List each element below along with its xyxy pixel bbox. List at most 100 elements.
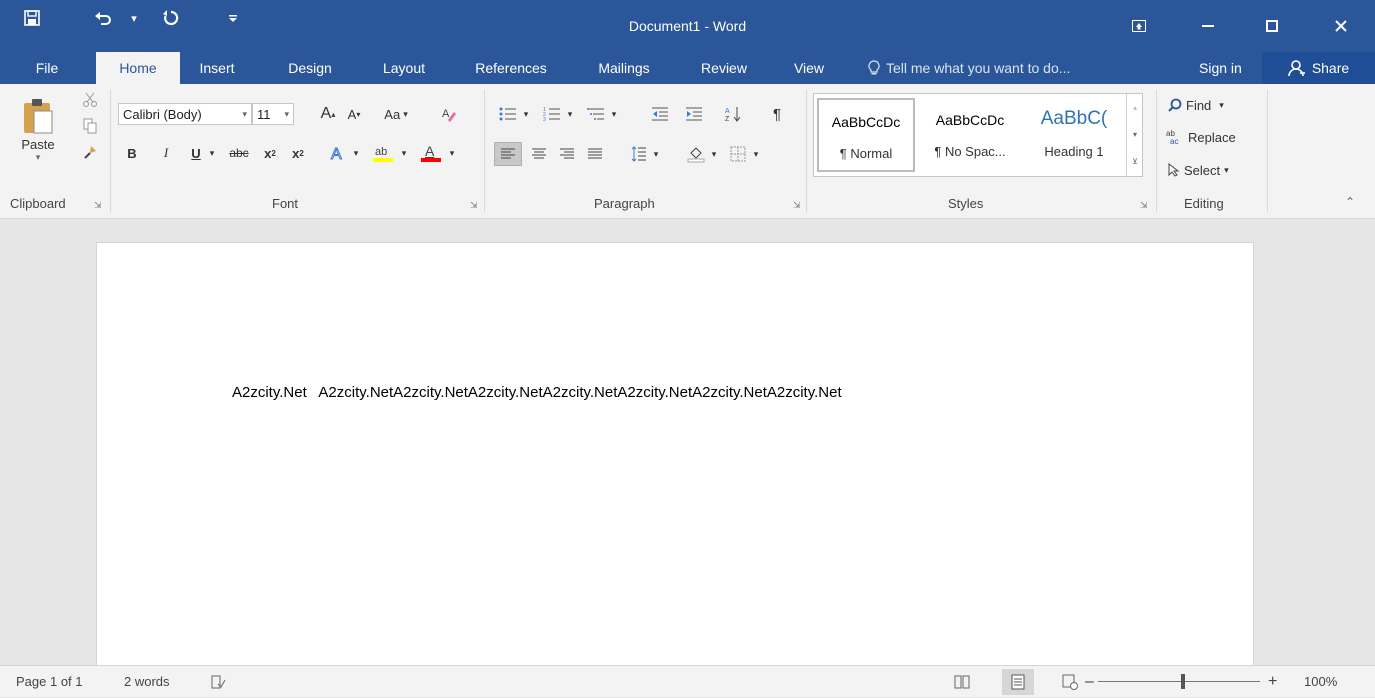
- style-preview: AaBbCcDc: [831, 114, 901, 130]
- subscript-icon[interactable]: x2: [260, 142, 280, 164]
- font-name-combo[interactable]: Calibri (Body) ▾: [118, 103, 252, 125]
- underline-icon[interactable]: U: [188, 142, 204, 164]
- chevron-down-icon[interactable]: ▾: [446, 142, 458, 164]
- grow-font-icon[interactable]: A ▴: [318, 103, 338, 125]
- chevron-down-icon[interactable]: ▾: [284, 109, 289, 120]
- find-label: Find: [1186, 97, 1212, 113]
- chevron-down-icon[interactable]: ▾: [750, 142, 762, 166]
- shading-icon[interactable]: [684, 142, 708, 166]
- increase-indent-icon[interactable]: [682, 103, 706, 125]
- chevron-down-icon[interactable]: ▾: [608, 103, 620, 125]
- scroll-up-icon[interactable]: ▴: [1127, 94, 1143, 121]
- borders-icon[interactable]: [726, 142, 750, 166]
- ribbon-display-options-icon[interactable]: [1116, 0, 1162, 52]
- share-button[interactable]: Share: [1262, 52, 1375, 84]
- document-page[interactable]: A2zcity.Net A2zcity.NetA2zcity.NetA2zcit…: [96, 242, 1254, 672]
- multilevel-list-icon[interactable]: [584, 103, 608, 125]
- bold-icon[interactable]: B: [124, 142, 140, 164]
- font-color-icon[interactable]: A: [418, 142, 444, 164]
- font-size-value: 11: [257, 106, 271, 122]
- tab-design[interactable]: Design: [279, 52, 341, 84]
- clear-formatting-icon[interactable]: A: [438, 103, 458, 125]
- decrease-indent-icon[interactable]: [648, 103, 672, 125]
- close-button[interactable]: [1318, 0, 1364, 52]
- chevron-down-icon[interactable]: ▾: [708, 142, 720, 166]
- bullets-icon[interactable]: [496, 103, 520, 125]
- find-button[interactable]: Find ▾: [1168, 94, 1224, 116]
- font-size-combo[interactable]: 11 ▾: [252, 103, 294, 125]
- format-painter-icon[interactable]: [80, 142, 100, 162]
- justify-icon[interactable]: [584, 142, 606, 166]
- align-center-icon[interactable]: [528, 142, 550, 166]
- tab-mailings[interactable]: Mailings: [588, 52, 660, 84]
- font-dialog-launcher-icon[interactable]: ⇲: [470, 200, 480, 210]
- paste-button[interactable]: Paste ▾: [12, 90, 64, 170]
- tab-view[interactable]: View: [786, 52, 832, 84]
- tab-file[interactable]: File: [22, 52, 72, 84]
- tab-home[interactable]: Home: [96, 52, 180, 84]
- tab-layout[interactable]: Layout: [372, 52, 436, 84]
- read-mode-icon[interactable]: [952, 672, 972, 692]
- chevron-down-icon[interactable]: ▾: [650, 142, 662, 166]
- cut-icon[interactable]: [80, 90, 100, 110]
- sort-icon[interactable]: AZ: [722, 103, 744, 125]
- align-left-button[interactable]: [494, 142, 522, 166]
- align-right-icon[interactable]: [556, 142, 578, 166]
- text-effects-icon[interactable]: A: [326, 142, 350, 164]
- chevron-down-icon[interactable]: ▾: [242, 109, 247, 120]
- font-group-label: Font: [272, 196, 299, 211]
- highlight-color-icon[interactable]: ab: [370, 142, 396, 164]
- superscript-icon[interactable]: x2: [288, 142, 308, 164]
- tell-me-box[interactable]: Tell me what you want to do...: [868, 52, 1070, 84]
- style-heading-1[interactable]: AaBbC( Heading 1: [1024, 98, 1124, 172]
- replace-button[interactable]: ab ac Replace: [1166, 126, 1236, 148]
- line-spacing-icon[interactable]: [628, 142, 650, 166]
- more-styles-icon[interactable]: ⊻: [1127, 148, 1143, 175]
- scroll-down-icon[interactable]: ▾: [1127, 121, 1143, 148]
- maximize-button[interactable]: [1249, 0, 1295, 52]
- minimize-button[interactable]: [1185, 0, 1231, 52]
- collapse-ribbon-icon[interactable]: ⌃: [1340, 192, 1360, 212]
- chevron-down-icon[interactable]: ▾: [520, 103, 532, 125]
- change-case-button[interactable]: Aa ▾: [380, 103, 412, 125]
- styles-dialog-launcher-icon[interactable]: ⇲: [1140, 200, 1150, 210]
- styles-scrollbar[interactable]: ▴ ▾ ⊻: [1126, 94, 1143, 176]
- svg-text:A: A: [725, 108, 730, 115]
- style-no-spacing[interactable]: AaBbCcDc ¶ No Spac...: [918, 98, 1022, 172]
- shrink-font-icon[interactable]: A ▾: [344, 103, 364, 125]
- chevron-down-icon[interactable]: ▾: [350, 142, 362, 164]
- strikethrough-icon[interactable]: abc: [226, 142, 252, 164]
- group-separator: [110, 90, 111, 212]
- copy-icon[interactable]: [80, 116, 100, 136]
- clipboard-dialog-launcher-icon[interactable]: ⇲: [94, 200, 104, 210]
- select-button[interactable]: Select ▾: [1168, 159, 1229, 181]
- zoom-in-button[interactable]: +: [1268, 666, 1277, 698]
- zoom-slider-thumb[interactable]: [1181, 674, 1185, 689]
- group-separator: [1267, 90, 1268, 212]
- print-layout-icon[interactable]: [1002, 669, 1034, 695]
- paste-dropdown-icon[interactable]: ▾: [36, 152, 41, 163]
- styles-gallery: AaBbCcDc ¶ Normal AaBbCcDc ¶ No Spac... …: [813, 93, 1143, 177]
- tab-review[interactable]: Review: [692, 52, 756, 84]
- document-body-text[interactable]: A2zcity.Net A2zcity.NetA2zcity.NetA2zcit…: [232, 384, 842, 401]
- numbering-icon[interactable]: 123: [540, 103, 564, 125]
- sign-in-link[interactable]: Sign in: [1199, 52, 1242, 84]
- zoom-level[interactable]: 100%: [1304, 666, 1337, 698]
- chevron-down-icon[interactable]: ▾: [206, 142, 218, 164]
- proofing-icon[interactable]: [208, 672, 228, 692]
- tab-insert[interactable]: Insert: [194, 52, 240, 84]
- group-separator: [806, 90, 807, 212]
- page-count[interactable]: Page 1 of 1: [16, 666, 83, 698]
- zoom-out-button[interactable]: –: [1085, 666, 1094, 698]
- web-layout-icon[interactable]: [1060, 672, 1080, 692]
- chevron-down-icon[interactable]: ▾: [564, 103, 576, 125]
- word-count[interactable]: 2 words: [124, 666, 170, 698]
- chevron-down-icon[interactable]: ▾: [398, 142, 410, 164]
- italic-icon[interactable]: I: [158, 142, 174, 164]
- paragraph-dialog-launcher-icon[interactable]: ⇲: [793, 200, 803, 210]
- tab-references[interactable]: References: [465, 52, 557, 84]
- show-formatting-marks-icon[interactable]: ¶: [766, 103, 788, 125]
- style-preview: AaBbC(: [1040, 108, 1108, 129]
- zoom-slider[interactable]: [1098, 681, 1260, 682]
- style-normal[interactable]: AaBbCcDc ¶ Normal: [817, 98, 915, 172]
